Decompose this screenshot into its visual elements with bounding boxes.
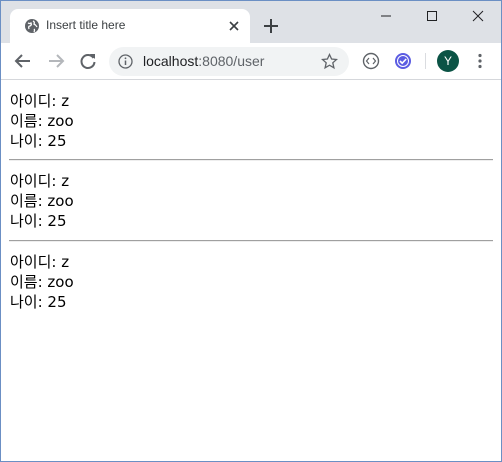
browser-toolbar: localhost:8080/user Y bbox=[1, 43, 501, 80]
user-name: 이름: zoo bbox=[10, 112, 74, 130]
address-bar[interactable]: localhost:8080/user bbox=[109, 47, 349, 76]
user-name: 이름: zoo bbox=[10, 192, 74, 210]
reload-icon[interactable] bbox=[79, 52, 97, 70]
plus-icon[interactable] bbox=[262, 17, 280, 35]
user-record: 아이디: z 이름: zoo 나이: 25 bbox=[10, 91, 74, 151]
tab-title: Insert title here bbox=[46, 18, 126, 32]
url-path: :8080/user bbox=[198, 53, 265, 69]
url-host: localhost bbox=[143, 53, 199, 69]
close-icon[interactable] bbox=[455, 1, 501, 31]
globe-icon bbox=[25, 19, 39, 33]
user-id: 아이디: z bbox=[10, 253, 70, 271]
divider bbox=[9, 159, 493, 161]
browser-window: Insert title here localhost:8080/user Y … bbox=[0, 0, 502, 462]
page-content: 아이디: z 이름: zoo 나이: 25 아이디: z 이름: zoo 나이:… bbox=[1, 81, 501, 461]
arrow-left-icon[interactable] bbox=[14, 52, 32, 70]
url-text: localhost:8080/user bbox=[143, 53, 264, 69]
user-name: 이름: zoo bbox=[10, 273, 74, 291]
user-record: 아이디: z 이름: zoo 나이: 25 bbox=[10, 252, 74, 312]
code-icon[interactable] bbox=[362, 52, 380, 70]
user-id: 아이디: z bbox=[10, 172, 70, 190]
toolbar-separator bbox=[425, 53, 426, 69]
close-icon[interactable] bbox=[226, 18, 242, 34]
info-icon[interactable] bbox=[118, 54, 133, 69]
avatar[interactable]: Y bbox=[437, 50, 459, 72]
user-record: 아이디: z 이름: zoo 나이: 25 bbox=[10, 171, 74, 231]
user-age: 나이: 25 bbox=[10, 293, 67, 311]
kebab-menu-icon[interactable] bbox=[471, 52, 489, 70]
user-age: 나이: 25 bbox=[10, 212, 67, 230]
user-age: 나이: 25 bbox=[10, 132, 67, 150]
minimize-icon[interactable] bbox=[363, 1, 409, 31]
divider bbox=[9, 240, 493, 242]
check-badge-icon[interactable] bbox=[394, 52, 412, 70]
arrow-right-icon[interactable] bbox=[47, 52, 65, 70]
star-icon[interactable] bbox=[321, 53, 338, 70]
user-id: 아이디: z bbox=[10, 92, 70, 110]
browser-tab[interactable]: Insert title here bbox=[10, 9, 250, 43]
maximize-icon[interactable] bbox=[409, 1, 455, 31]
tab-strip: Insert title here bbox=[1, 1, 501, 43]
